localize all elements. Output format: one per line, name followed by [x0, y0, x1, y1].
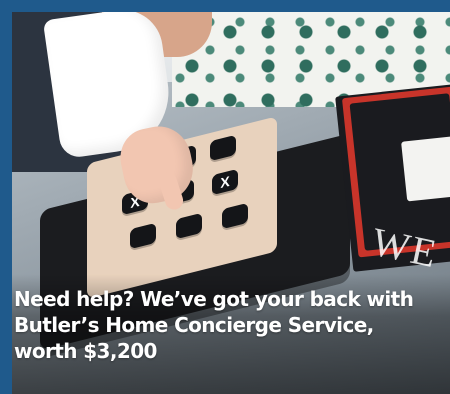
board-mark-x: X	[220, 172, 230, 192]
headline-line-1: Need help? We’ve got your back with	[14, 287, 414, 311]
headline-line-2: Butler’s Home Concierge Service,	[14, 313, 374, 337]
promo-headline[interactable]: Need help? We’ve got your back with Butl…	[14, 286, 434, 364]
magazine-white-insert	[401, 134, 450, 202]
headline-line-3: worth $3,200	[14, 339, 157, 363]
